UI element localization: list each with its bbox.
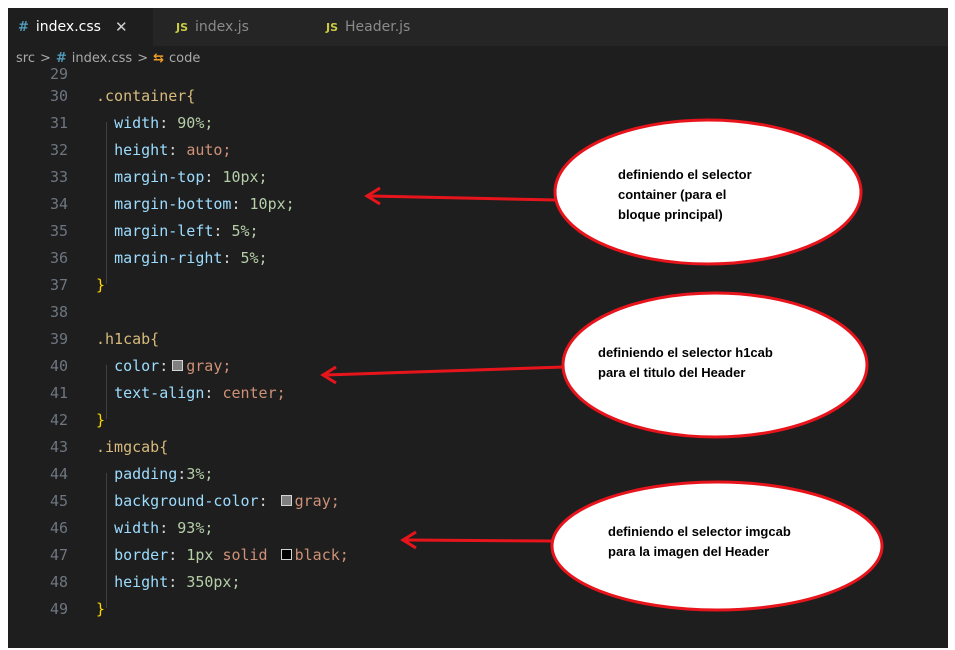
annotation-arrow [324, 365, 565, 377]
annotation-text: definiendo el selector imgcab para la im… [608, 524, 791, 559]
annotation-text: definiendo el selector h1cab para el tit… [598, 345, 773, 380]
annotation-arrow [368, 194, 557, 202]
annotation-text: definiendo el selector container (para e… [618, 167, 752, 222]
annotation-layer [320, 118, 884, 612]
annotation-arrow [404, 538, 553, 543]
